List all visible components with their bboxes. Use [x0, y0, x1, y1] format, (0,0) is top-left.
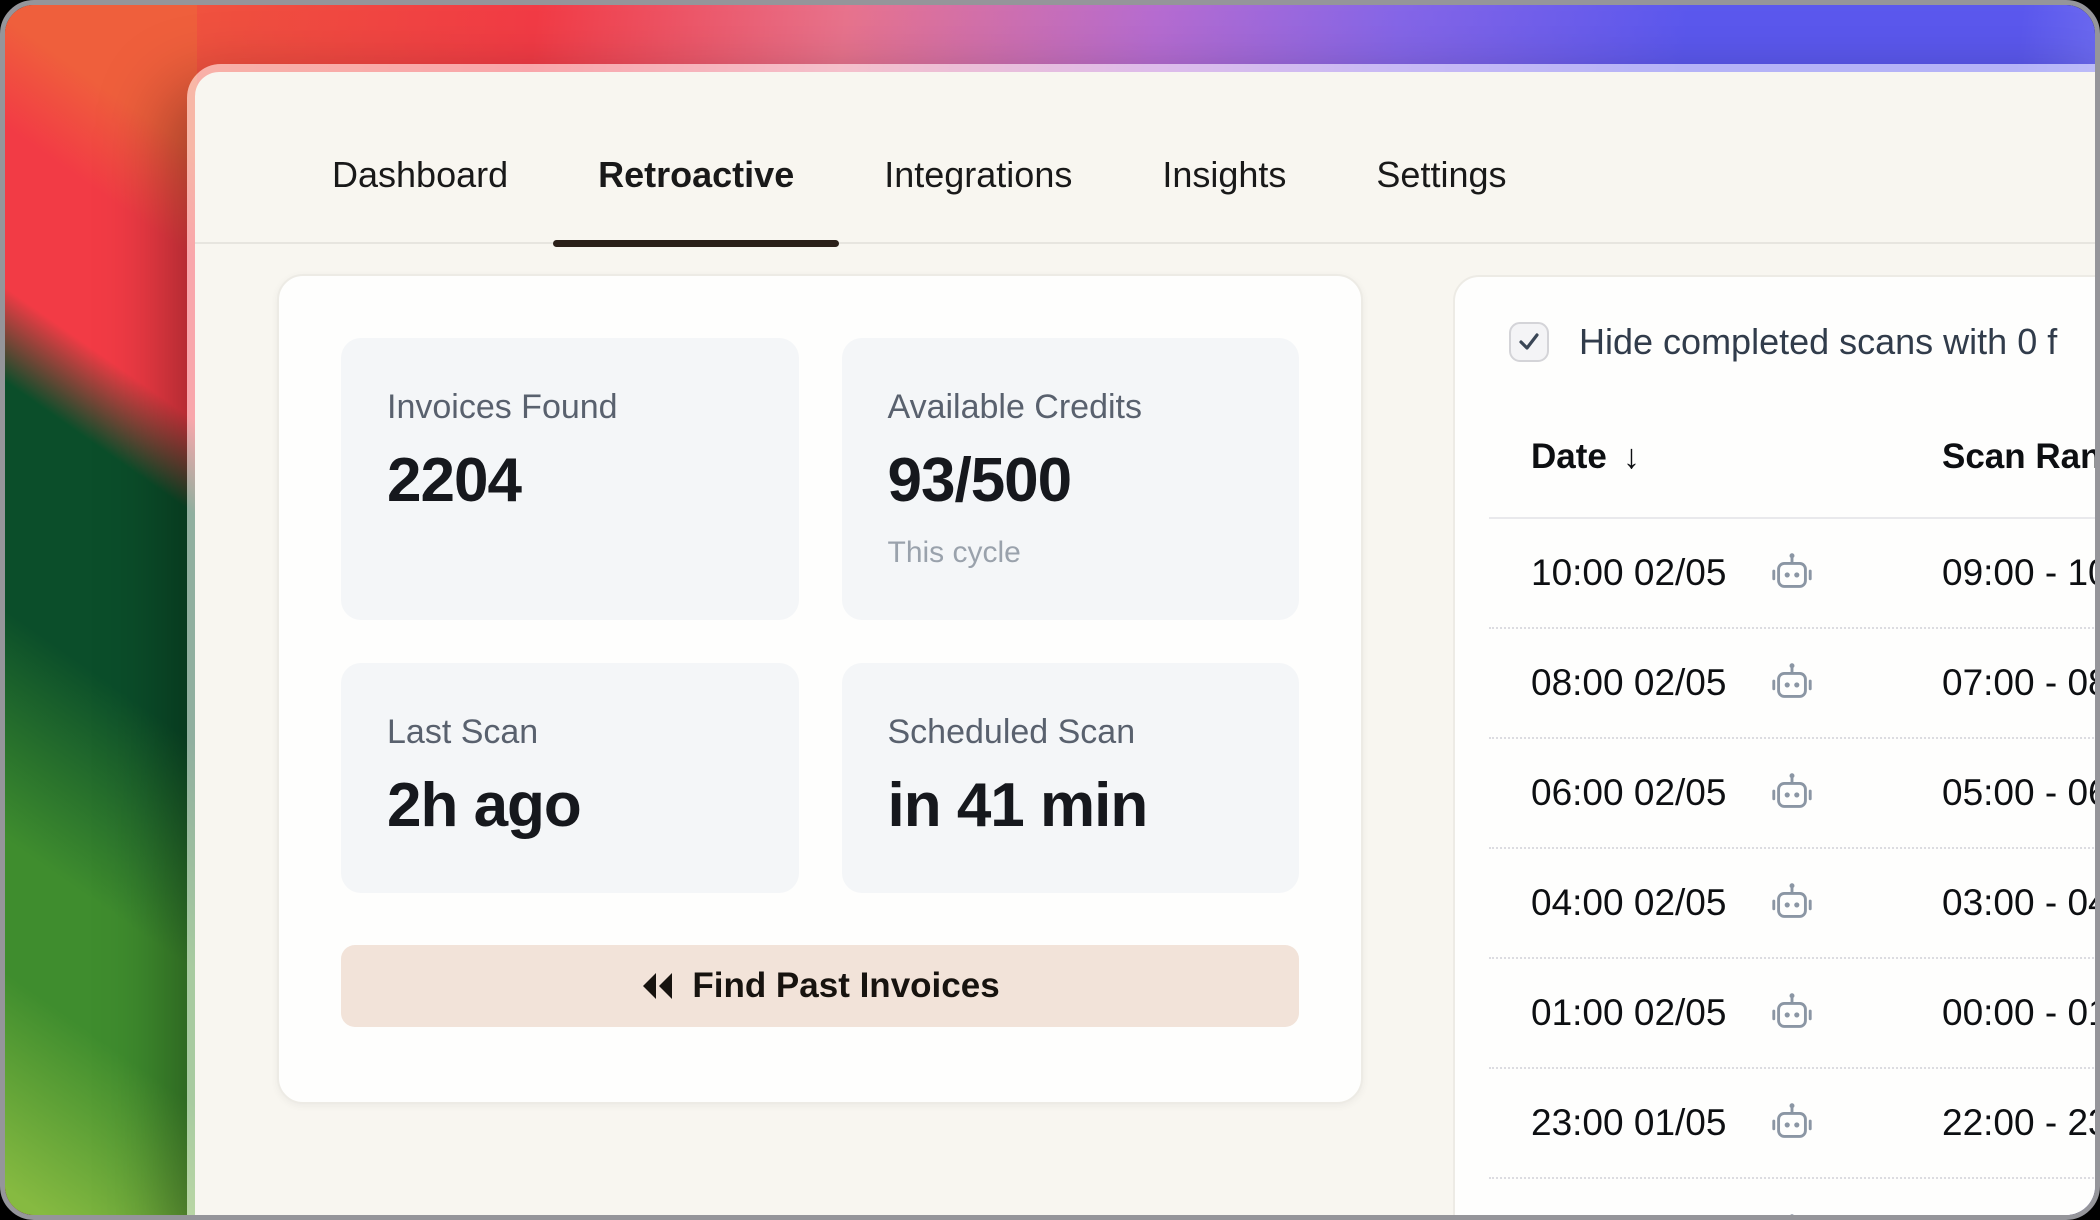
column-header-scan-range[interactable]: Scan Range: [1942, 437, 2100, 477]
stats-card: Invoices Found 2204 Available Credits 93…: [277, 274, 1363, 1104]
scan-range: 22:00 - 23:00: [1942, 1102, 2100, 1144]
robot-icon: [1769, 1211, 1815, 1220]
stat-label: Scheduled Scan: [888, 711, 1254, 753]
stat-label: Last Scan: [387, 711, 753, 753]
scan-range: 00:00 - 01:00: [1942, 992, 2100, 1034]
checkmark-icon: [1516, 329, 1542, 355]
tab-retroactive[interactable]: Retroactive: [553, 108, 839, 242]
sort-descending-icon: ↓: [1623, 438, 1640, 477]
scan-range: 21:00 - 22:00: [1942, 1213, 2100, 1220]
scan-date: 08:00 02/05: [1531, 662, 1769, 704]
scan-row[interactable]: 22:00 01/05 21:00 - 22:00: [1489, 1179, 2100, 1220]
tab-label: Settings: [1376, 154, 1506, 196]
scan-date: 22:00 01/05: [1531, 1213, 1769, 1220]
rewind-icon: [640, 971, 674, 1001]
hide-completed-filter[interactable]: Hide completed scans with 0 f: [1455, 277, 2100, 363]
stat-subtext: This cycle: [888, 534, 1254, 572]
tab-label: Integrations: [884, 154, 1072, 196]
tab-settings[interactable]: Settings: [1331, 108, 1551, 242]
tab-label: Retroactive: [598, 154, 794, 196]
scan-row[interactable]: 01:00 02/05 00:00 - 01:00: [1489, 959, 2100, 1069]
robot-icon: [1769, 880, 1815, 926]
stat-value: 2h ago: [387, 767, 753, 845]
stat-tile: Available Credits 93/500 This cycle: [842, 338, 1300, 620]
checkbox-checked[interactable]: [1509, 322, 1549, 362]
tab-insights[interactable]: Insights: [1117, 108, 1331, 242]
stat-value: 2204: [387, 442, 753, 520]
robot-icon: [1769, 660, 1815, 706]
scan-row[interactable]: 23:00 01/05 22:00 - 23:00: [1489, 1069, 2100, 1179]
scan-row[interactable]: 06:00 02/05 05:00 - 06:00: [1489, 739, 2100, 849]
stat-tile: Last Scan 2h ago: [341, 663, 799, 893]
date-header-label: Date: [1531, 437, 1607, 477]
scan-range: 09:00 - 10:00: [1942, 552, 2100, 594]
tab-bar: Dashboard Retroactive Integrations Insig…: [195, 72, 2100, 244]
stat-tile: Invoices Found 2204: [341, 338, 799, 620]
robot-icon: [1769, 1100, 1815, 1146]
scan-rows: 10:00 02/05 09:00 - 10:00 08:00 02/05 07…: [1455, 519, 2100, 1220]
stat-label: Available Credits: [888, 386, 1254, 428]
scan-range: 05:00 - 06:00: [1942, 772, 2100, 814]
tab-dashboard[interactable]: Dashboard: [287, 108, 553, 242]
stat-value: in 41 min: [888, 767, 1254, 845]
tab-label: Dashboard: [332, 154, 508, 196]
scan-date: 06:00 02/05: [1531, 772, 1769, 814]
desktop-wallpaper-left: [5, 5, 197, 1215]
stat-tiles: Invoices Found 2204 Available Credits 93…: [279, 276, 1361, 893]
tab-integrations[interactable]: Integrations: [839, 108, 1117, 242]
scan-date: 10:00 02/05: [1531, 552, 1769, 594]
scan-date: 01:00 02/05: [1531, 992, 1769, 1034]
find-past-invoices-button[interactable]: Find Past Invoices: [341, 945, 1299, 1027]
robot-icon: [1769, 990, 1815, 1036]
app-surface: Dashboard Retroactive Integrations Insig…: [195, 72, 2100, 1220]
screenshot-frame: Dashboard Retroactive Integrations Insig…: [0, 0, 2100, 1220]
stat-tile: Scheduled Scan in 41 min: [842, 663, 1300, 893]
find-past-invoices-label: Find Past Invoices: [692, 966, 999, 1006]
app-window: Dashboard Retroactive Integrations Insig…: [187, 64, 2100, 1220]
scan-range: 07:00 - 08:00: [1942, 662, 2100, 704]
stat-value: 93/500: [888, 442, 1254, 520]
robot-icon: [1769, 550, 1815, 596]
table-header: Date ↓ Scan Range: [1531, 437, 2100, 477]
scans-card: Hide completed scans with 0 f Date ↓ Sca…: [1453, 275, 2100, 1220]
scan-range: 03:00 - 04:00: [1942, 882, 2100, 924]
stat-label: Invoices Found: [387, 386, 753, 428]
scan-row[interactable]: 08:00 02/05 07:00 - 08:00: [1489, 629, 2100, 739]
scan-date: 23:00 01/05: [1531, 1102, 1769, 1144]
scan-row[interactable]: 04:00 02/05 03:00 - 04:00: [1489, 849, 2100, 959]
column-header-date[interactable]: Date ↓: [1531, 437, 1942, 477]
scan-date: 04:00 02/05: [1531, 882, 1769, 924]
robot-icon: [1769, 770, 1815, 816]
tab-label: Insights: [1162, 154, 1286, 196]
scan-row[interactable]: 10:00 02/05 09:00 - 10:00: [1489, 519, 2100, 629]
filter-label: Hide completed scans with 0 f: [1579, 321, 2057, 363]
